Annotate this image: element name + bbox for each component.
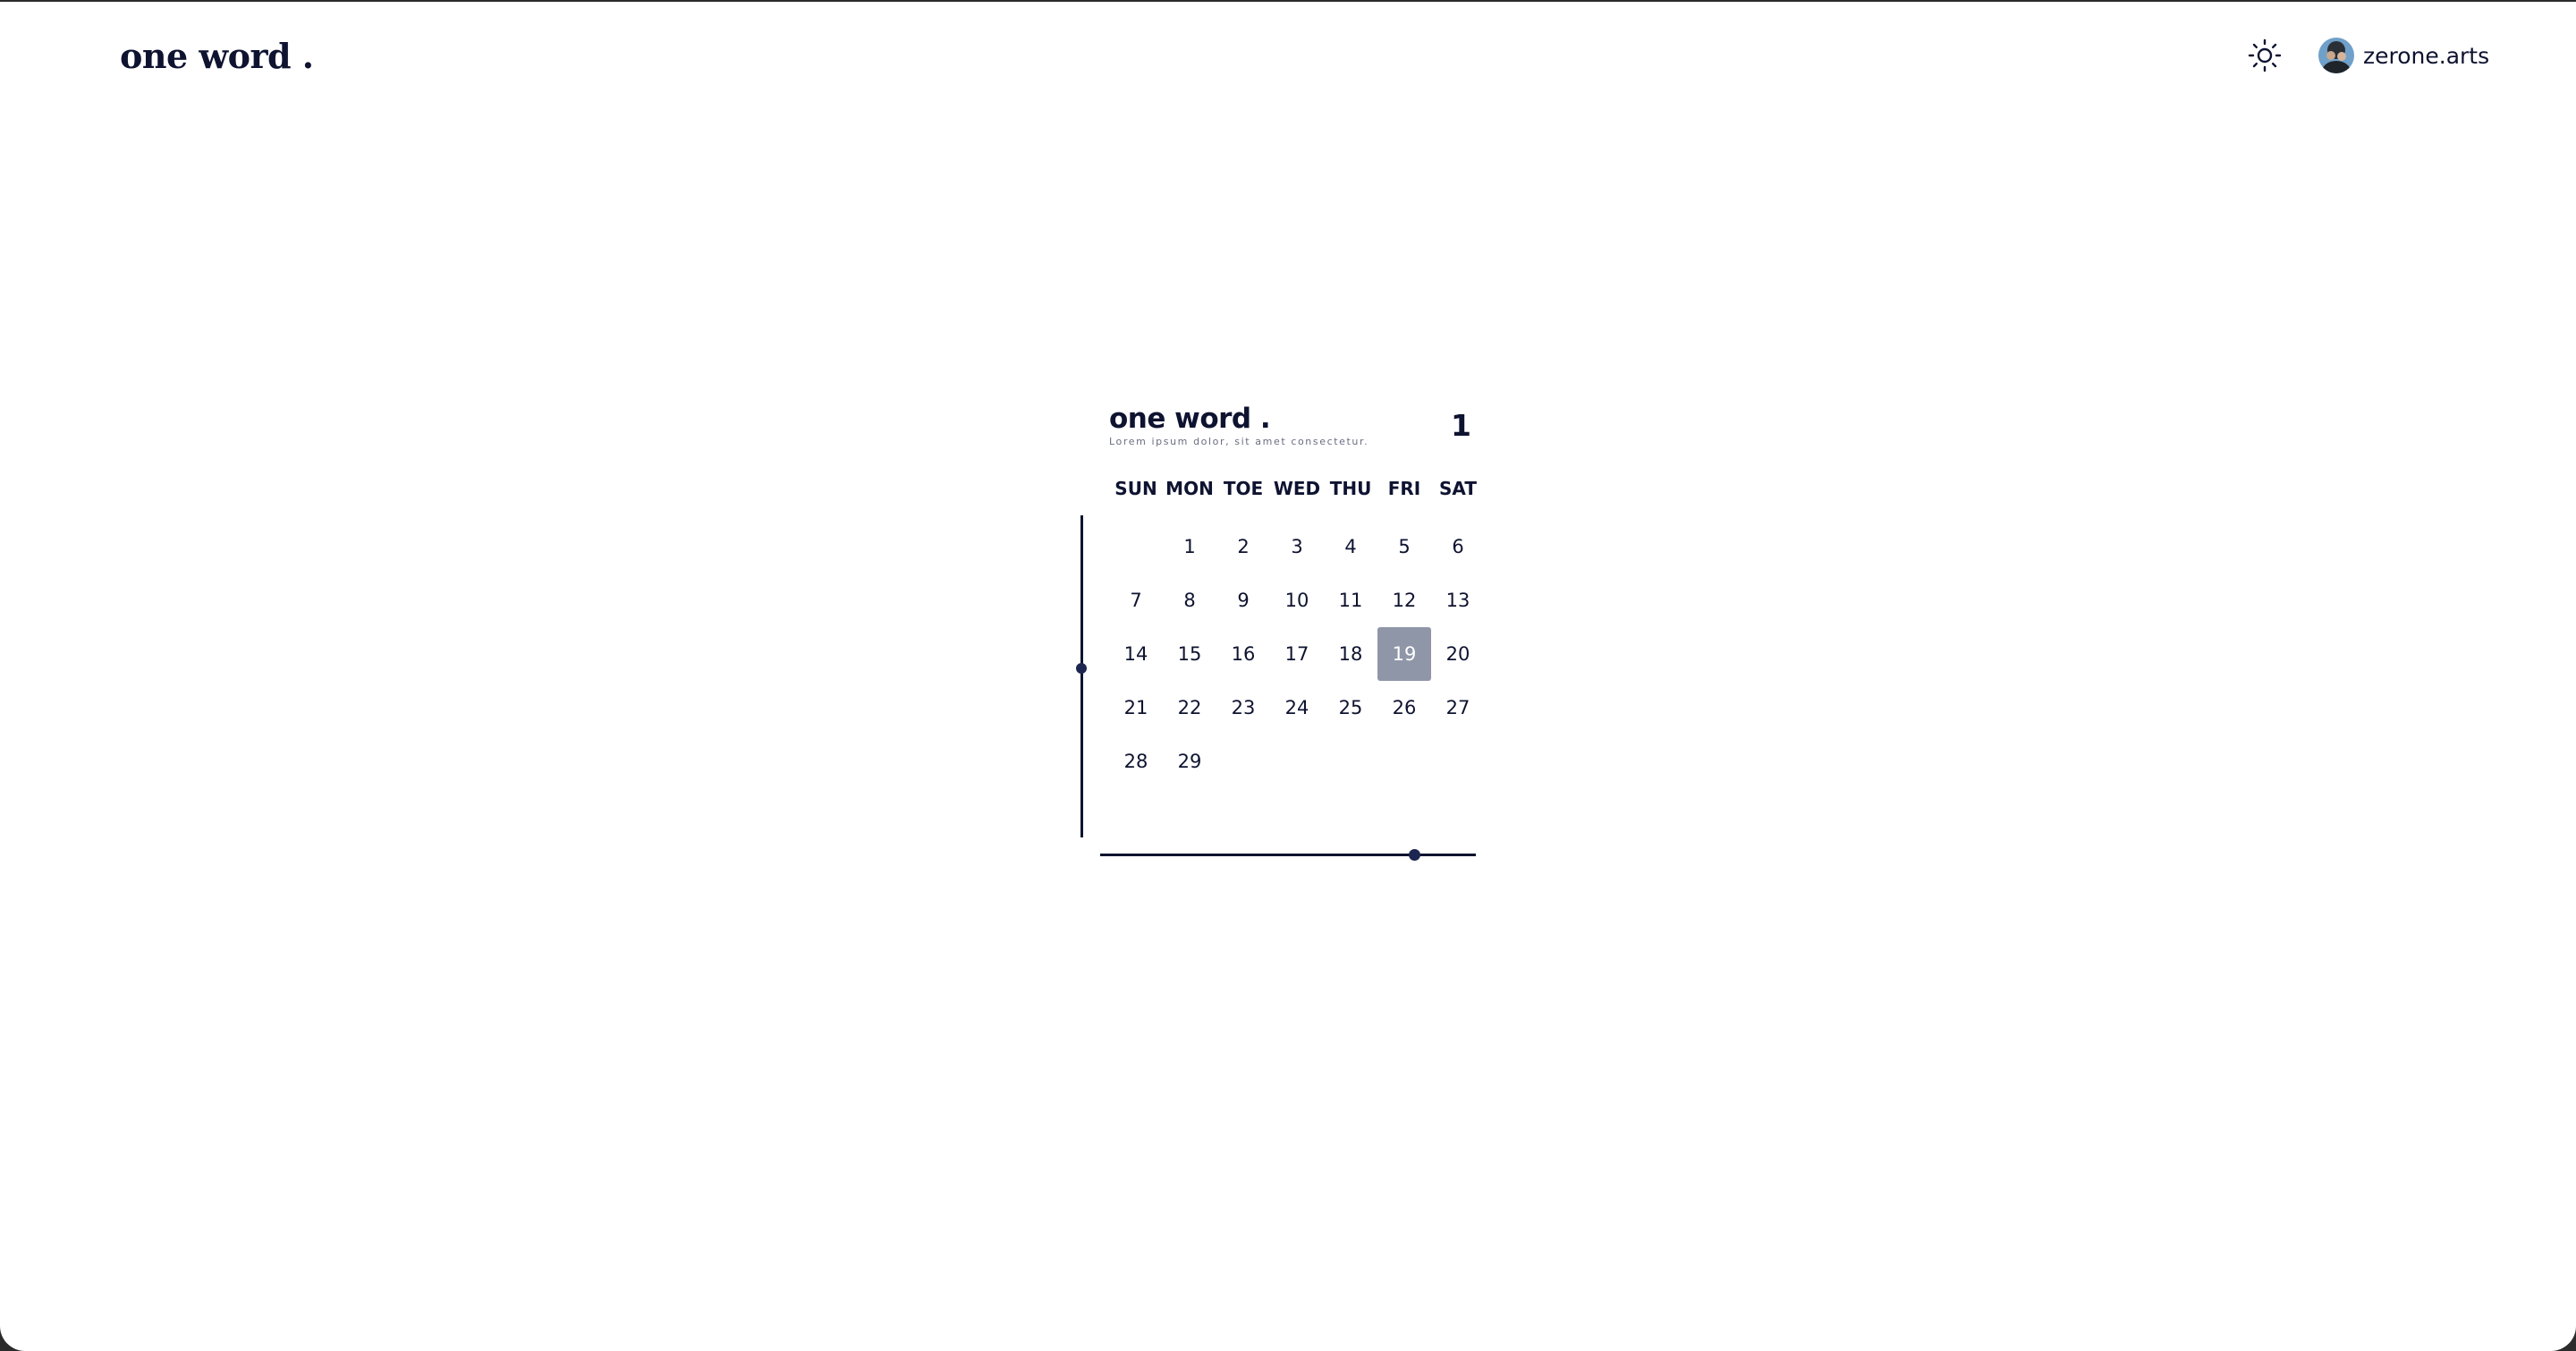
calendar-day[interactable]: 20 xyxy=(1431,627,1485,681)
calendar-day[interactable]: 3 xyxy=(1270,520,1324,574)
calendar-day[interactable]: 7 xyxy=(1109,574,1163,627)
weekday-label: SUN xyxy=(1114,478,1157,499)
weekday-label: MON xyxy=(1165,478,1214,499)
calendar-day[interactable]: 11 xyxy=(1324,574,1377,627)
app-window: one word . zerone.arts one word . Lorem … xyxy=(0,0,2576,1351)
calendar-day-selected[interactable]: 19 xyxy=(1377,627,1431,681)
calendar-day[interactable]: 9 xyxy=(1216,574,1270,627)
username[interactable]: zerone.arts xyxy=(2363,43,2489,69)
calendar-day[interactable]: 6 xyxy=(1431,520,1485,574)
calendar-day[interactable]: 28 xyxy=(1109,735,1163,788)
calendar-day[interactable]: 25 xyxy=(1324,681,1377,735)
calendar-day[interactable]: 26 xyxy=(1377,681,1431,735)
weekday-label: THU xyxy=(1329,478,1372,499)
decorative-dot xyxy=(1409,849,1420,861)
brand-logo[interactable]: one word . xyxy=(120,36,314,76)
weekday-label: TOE xyxy=(1223,478,1264,499)
calendar-day[interactable]: 15 xyxy=(1163,627,1216,681)
calendar-day[interactable]: 5 xyxy=(1377,520,1431,574)
calendar-grid: 1 2 3 4 5 6 7 8 9 10 11 12 13 14 15 16 17 18 19 20 21 22 23 24 2… xyxy=(1109,520,1485,788)
user-menu[interactable]: zerone.arts xyxy=(2318,36,2489,75)
calendar-day[interactable]: 17 xyxy=(1270,627,1324,681)
calendar-day[interactable]: 22 xyxy=(1163,681,1216,735)
calendar-day[interactable]: 1 xyxy=(1163,520,1216,574)
calendar-day[interactable]: 21 xyxy=(1109,681,1163,735)
calendar-day[interactable]: 13 xyxy=(1431,574,1485,627)
calendar-subtitle: Lorem ipsum dolor, sit amet consectetur. xyxy=(1109,436,1369,447)
calendar-day[interactable]: 27 xyxy=(1431,681,1485,735)
calendar-day[interactable]: 14 xyxy=(1109,627,1163,681)
calendar-day[interactable]: 2 xyxy=(1216,520,1270,574)
decorative-vertical-line xyxy=(1080,515,1083,837)
theme-toggle-button[interactable] xyxy=(2247,38,2283,73)
calendar-day[interactable]: 4 xyxy=(1324,520,1377,574)
calendar-month-number: 1 xyxy=(1451,408,1471,443)
window-corner xyxy=(2551,1326,2576,1351)
calendar-day[interactable]: 24 xyxy=(1270,681,1324,735)
calendar-day[interactable]: 18 xyxy=(1324,627,1377,681)
calendar-day-empty xyxy=(1109,520,1163,574)
sun-icon xyxy=(2248,38,2282,72)
calendar-day[interactable]: 29 xyxy=(1163,735,1216,788)
weekday-label: WED xyxy=(1273,478,1321,499)
calendar-day[interactable]: 23 xyxy=(1216,681,1270,735)
calendar-day[interactable]: 8 xyxy=(1163,574,1216,627)
avatar[interactable] xyxy=(2318,38,2354,73)
weekday-header: SUN MON TOE WED THU FRI SAT xyxy=(1109,478,1485,499)
calendar-title: one word . xyxy=(1109,403,1271,435)
calendar-day[interactable]: 16 xyxy=(1216,627,1270,681)
decorative-dot xyxy=(1076,663,1087,674)
calendar-day[interactable]: 12 xyxy=(1377,574,1431,627)
weekday-label: FRI xyxy=(1387,478,1421,499)
avatar-image xyxy=(2318,38,2354,73)
window-corner xyxy=(0,1326,25,1351)
weekday-label: SAT xyxy=(1439,478,1477,499)
calendar-day[interactable]: 10 xyxy=(1270,574,1324,627)
